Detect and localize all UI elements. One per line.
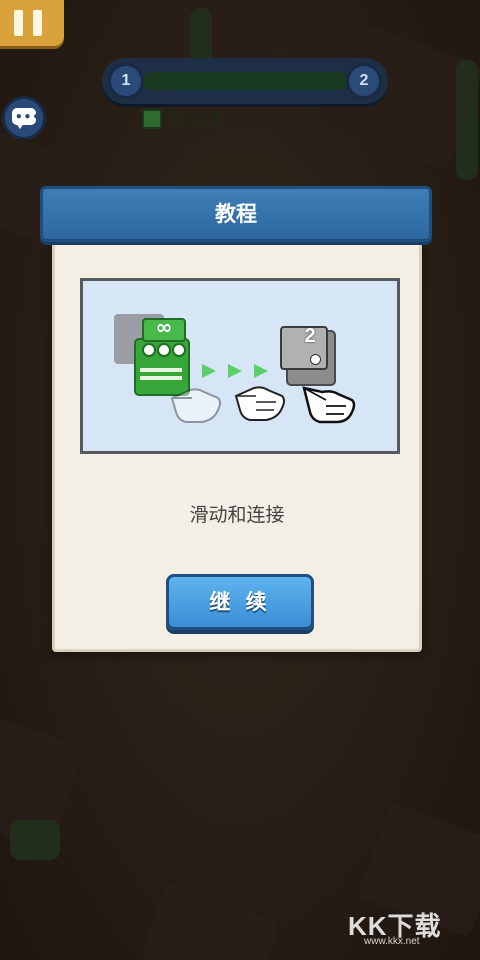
tower-legend-label: 我的塔 <box>170 111 221 132</box>
arrow-right-icon <box>228 364 242 378</box>
tile-dot <box>142 343 156 357</box>
tower-legend: 我的塔 <box>142 108 221 132</box>
level-progress-bar: 1 2 <box>102 58 388 104</box>
continue-button-label: 继 续 <box>209 590 271 614</box>
progress-start-node: 1 <box>108 63 144 99</box>
pause-icon <box>14 10 23 36</box>
tile-dot <box>172 343 186 357</box>
dialog-header: 教程 <box>40 186 432 242</box>
pause-icon <box>33 10 42 36</box>
pointing-hand-icon <box>170 388 221 423</box>
continue-button[interactable]: 继 续 <box>166 574 314 630</box>
pause-button[interactable] <box>0 0 64 46</box>
arrow-right-icon <box>254 364 268 378</box>
infinity-icon: ∞ <box>155 315 173 339</box>
tile-dot <box>310 354 321 365</box>
chat-button[interactable]: ••• <box>2 96 46 140</box>
pointing-hand-icon <box>234 386 285 421</box>
arrow-right-icon <box>202 364 216 378</box>
gray-tile-number: 2 <box>304 325 316 347</box>
watermark: KK下载 www.kkx.net <box>348 906 460 947</box>
progress-track <box>142 72 348 90</box>
tutorial-instruction: 滑动和连接 <box>189 504 285 526</box>
progress-end-node: 2 <box>346 63 382 99</box>
watermark-url: www.kkx.net <box>364 936 420 947</box>
tower-legend-swatch <box>142 109 162 129</box>
chat-dots: ••• <box>15 110 42 124</box>
dialog-title: 教程 <box>215 202 257 226</box>
tile-dot <box>157 343 171 357</box>
pointing-hand-icon <box>302 386 356 424</box>
tile-stripe <box>140 368 182 372</box>
